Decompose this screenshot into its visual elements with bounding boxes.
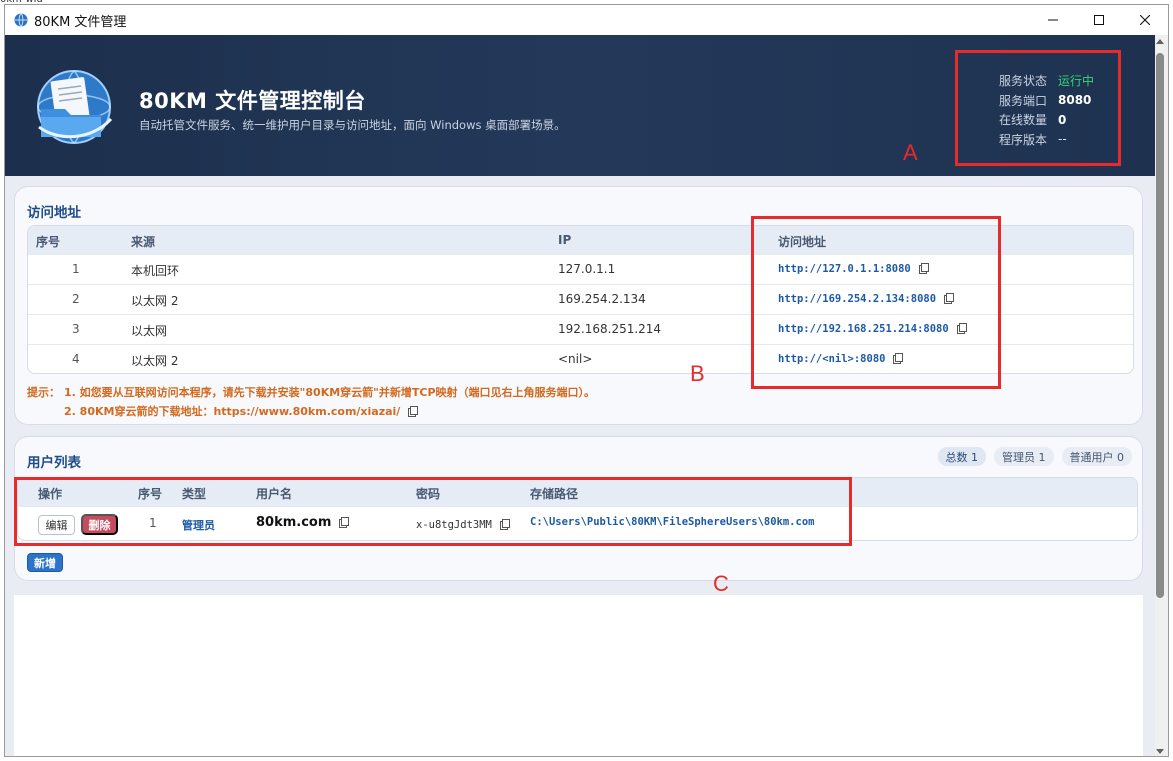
tips-label: 提示： xyxy=(27,385,60,399)
copy-icon[interactable] xyxy=(408,405,419,417)
page-subtitle: 自动托管文件服务、统一维护用户目录与访问地址，面向 Windows 桌面部署场景… xyxy=(139,118,566,132)
maximize-icon xyxy=(1094,15,1104,25)
tip-line-2[interactable]: 2. 80KM穿云箭的下载地址：https://www.80km.com/xia… xyxy=(64,403,400,419)
close-button[interactable] xyxy=(1122,5,1168,35)
tips-block: 提示： 1. 如您要从互联网访问本程序，请先下载并安装"80KM穿云箭"并新增T… xyxy=(27,382,595,420)
close-icon xyxy=(1140,15,1150,25)
globe-app-icon xyxy=(14,13,28,27)
col-source: 来源 xyxy=(131,235,156,249)
title-bar[interactable]: 80KM 文件管理 xyxy=(5,5,1168,35)
row-ip: <nil> xyxy=(558,352,593,366)
app-window: 80KM 文件管理 80KM 文件管理控制台 自动托管文件服务、统一维护用户目录… xyxy=(4,4,1169,757)
maximize-button[interactable] xyxy=(1076,5,1122,35)
scroll-up-icon[interactable] xyxy=(1156,39,1164,44)
row-source: 以太网 2 xyxy=(131,354,179,368)
user-count-badges: 总数 1 管理员 1 普通用户 0 xyxy=(937,447,1132,466)
scroll-thumb[interactable] xyxy=(1156,53,1164,598)
window-title: 80KM 文件管理 xyxy=(34,14,127,30)
user-section-title: 用户列表 xyxy=(27,455,81,471)
admin-badge[interactable]: 管理员 1 xyxy=(994,447,1054,466)
row-index: 2 xyxy=(72,292,80,306)
row-ip: 169.254.2.134 xyxy=(558,292,646,306)
scroll-down-icon[interactable] xyxy=(1156,749,1164,754)
annotation-label-b: B xyxy=(690,361,705,386)
tip-line-1: 1. 如您要从互联网访问本程序，请先下载并安装"80KM穿云箭"并新增TCP映射… xyxy=(64,385,596,399)
minimize-icon xyxy=(1048,19,1058,21)
row-source: 本机回环 xyxy=(131,264,180,278)
col-ip: IP xyxy=(558,233,572,247)
normal-user-badge[interactable]: 普通用户 0 xyxy=(1061,447,1132,466)
col-index: 序号 xyxy=(36,235,61,249)
minimize-button[interactable] xyxy=(1030,5,1076,35)
folder-globe-logo xyxy=(37,70,113,144)
annotation-box-a xyxy=(955,50,1121,166)
annotation-box-b xyxy=(751,216,1001,389)
annotation-box-c xyxy=(14,477,852,546)
row-index: 3 xyxy=(72,322,80,336)
row-index: 4 xyxy=(72,352,80,366)
empty-content-area xyxy=(14,595,1143,756)
row-ip: 127.0.1.1 xyxy=(558,262,616,276)
add-user-button[interactable]: 新增 xyxy=(27,553,63,572)
row-source: 以太网 2 xyxy=(131,294,179,308)
annotation-label-a: A xyxy=(903,140,918,165)
access-section-title: 访问地址 xyxy=(27,205,81,221)
total-badge[interactable]: 总数 1 xyxy=(937,447,986,466)
row-source: 以太网 xyxy=(131,324,168,338)
annotation-label-c: C xyxy=(713,571,729,596)
client-area: 80KM 文件管理控制台 自动托管文件服务、统一维护用户目录与访问地址，面向 W… xyxy=(5,35,1155,756)
row-index: 1 xyxy=(72,262,80,276)
vertical-scrollbar[interactable] xyxy=(1153,35,1168,756)
page-title: 80KM 文件管理控制台 xyxy=(139,89,366,113)
row-ip: 192.168.251.214 xyxy=(558,322,662,336)
